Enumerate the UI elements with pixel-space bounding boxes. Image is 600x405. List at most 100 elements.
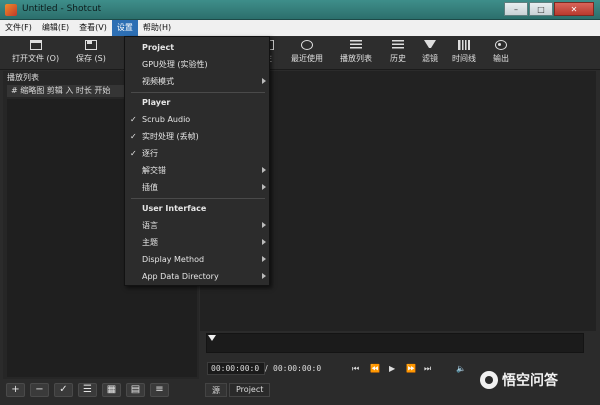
menu-file[interactable]: 文件(F): [0, 20, 37, 36]
close-button[interactable]: ✕: [554, 2, 594, 16]
recent-button[interactable]: 最近使用: [291, 40, 323, 64]
watermark: 悟空问答: [480, 370, 558, 390]
submenu-arrow-icon: [262, 222, 266, 228]
deinterlace-label: 解交错: [142, 166, 166, 175]
menu-settings[interactable]: 设置: [111, 20, 138, 36]
check-icon: ✓: [130, 149, 137, 158]
gpu-label: GPU处理 (实验性): [142, 60, 208, 69]
section-ui-label: User Interface: [142, 204, 207, 213]
filter-button[interactable]: 滤镜: [422, 40, 438, 64]
window-controls: – □ ✕: [504, 2, 594, 16]
rewind-icon[interactable]: ⏪: [370, 364, 380, 373]
playlist-label: 播放列表: [340, 54, 372, 63]
section-project-label: Project: [142, 43, 175, 52]
menu-item-realtime[interactable]: ✓ 实时处理 (丢帧): [125, 128, 271, 145]
fast-forward-icon[interactable]: ⏩: [406, 364, 416, 373]
display-method-label: Display Method: [142, 255, 205, 264]
total-timecode: 00:00:00:0: [273, 364, 322, 373]
tiles-view-button[interactable]: ▦: [102, 383, 121, 397]
menu-edit[interactable]: 编辑(E): [37, 20, 74, 36]
playhead-marker[interactable]: [208, 335, 216, 341]
maximize-button[interactable]: □: [529, 2, 553, 16]
open-file-button[interactable]: 打开文件 (O): [12, 40, 59, 64]
timeline-button[interactable]: 时间线: [452, 40, 476, 64]
menu-item-language[interactable]: 语言: [125, 217, 271, 234]
timeline-label: 时间线: [452, 54, 476, 63]
watermark-logo-icon: [480, 371, 498, 389]
remove-button[interactable]: −: [30, 383, 49, 397]
scrub-bar[interactable]: [206, 333, 584, 353]
menu-help[interactable]: 帮助(H): [138, 20, 176, 36]
settings-dropdown: Project GPU处理 (实验性) 视频模式 Player ✓ Scrub …: [124, 36, 270, 286]
clock-icon: [301, 40, 313, 50]
menu-button[interactable]: ≡: [150, 383, 169, 397]
menu-item-theme[interactable]: 主题: [125, 234, 271, 251]
skip-end-icon[interactable]: ⏭: [424, 364, 431, 374]
current-timecode[interactable]: 00:00:00:0: [207, 362, 265, 375]
app-data-label: App Data Directory: [142, 272, 219, 281]
export-button[interactable]: 输出: [493, 40, 509, 64]
update-button[interactable]: ✓: [54, 383, 73, 397]
language-label: 语言: [142, 221, 158, 230]
skip-start-icon[interactable]: ⏮: [352, 364, 359, 374]
submenu-arrow-icon: [262, 167, 266, 173]
menu-divider: [131, 92, 265, 93]
tab-source[interactable]: 源: [205, 383, 227, 397]
menu-item-deinterlace[interactable]: 解交错: [125, 162, 271, 179]
export-label: 输出: [493, 54, 509, 63]
submenu-arrow-icon: [262, 78, 266, 84]
save-button[interactable]: 保存 (S): [76, 40, 106, 64]
check-icon: ✓: [130, 132, 137, 141]
menu-item-scrub-audio[interactable]: ✓ Scrub Audio: [125, 111, 271, 128]
details-view-button[interactable]: ☰: [78, 383, 97, 397]
icons-view-button[interactable]: ▤: [126, 383, 145, 397]
window-titlebar[interactable]: Untitled - Shotcut – □ ✕: [0, 0, 600, 20]
timecode-separator: /: [265, 364, 268, 373]
menu-item-interpolation[interactable]: 插值: [125, 179, 271, 196]
add-button[interactable]: +: [6, 383, 25, 397]
menubar: 文件(F) 编辑(E) 查看(V) 设置 帮助(H): [0, 20, 600, 36]
menu-item-display-method[interactable]: Display Method: [125, 251, 271, 268]
interpolation-label: 插值: [142, 183, 158, 192]
menu-view[interactable]: 查看(V): [74, 20, 112, 36]
menu-item-progressive[interactable]: ✓ 逐行: [125, 145, 271, 162]
tab-project[interactable]: Project: [229, 383, 271, 397]
playlist-button[interactable]: 播放列表: [340, 40, 372, 64]
open-file-label: 打开文件 (O): [12, 54, 60, 63]
menu-item-video-mode[interactable]: 视频模式: [125, 73, 271, 90]
minimize-button[interactable]: –: [504, 2, 528, 16]
progressive-label: 逐行: [142, 149, 158, 158]
check-icon: ✓: [130, 115, 137, 124]
export-icon: [495, 40, 507, 50]
playlist-icon: [350, 40, 362, 50]
filter-icon: [424, 40, 436, 50]
scrub-audio-label: Scrub Audio: [142, 115, 191, 124]
submenu-arrow-icon: [262, 239, 266, 245]
submenu-arrow-icon: [262, 273, 266, 279]
theme-label: 主题: [142, 238, 158, 247]
menu-divider: [131, 198, 265, 199]
menu-item-gpu[interactable]: GPU处理 (实验性): [125, 56, 271, 73]
recent-label: 最近使用: [291, 54, 323, 63]
submenu-arrow-icon: [262, 256, 266, 262]
section-player-label: Player: [142, 98, 171, 107]
player-tabs: 源 Project: [205, 383, 271, 397]
filter-label: 滤镜: [422, 54, 438, 63]
section-player: Player: [125, 94, 271, 111]
save-label: 保存 (S): [76, 54, 106, 63]
section-user-interface: User Interface: [125, 200, 271, 217]
realtime-label: 实时处理 (丢帧): [142, 132, 199, 141]
timeline-icon: [458, 40, 470, 50]
menu-item-app-data-directory[interactable]: App Data Directory: [125, 268, 271, 285]
history-label: 历史: [390, 54, 406, 63]
watermark-text: 悟空问答: [502, 373, 558, 389]
history-button[interactable]: 历史: [390, 40, 406, 64]
playlist-actions: + − ✓ ☰ ▦ ▤ ≡: [6, 383, 169, 397]
window-title: Untitled - Shotcut: [22, 4, 102, 14]
section-project: Project: [125, 39, 271, 56]
submenu-arrow-icon: [262, 184, 266, 190]
play-icon[interactable]: ▶: [389, 364, 395, 373]
video-mode-label: 视频模式: [142, 77, 174, 86]
volume-icon[interactable]: 🔈: [456, 364, 466, 373]
save-icon: [84, 40, 97, 50]
